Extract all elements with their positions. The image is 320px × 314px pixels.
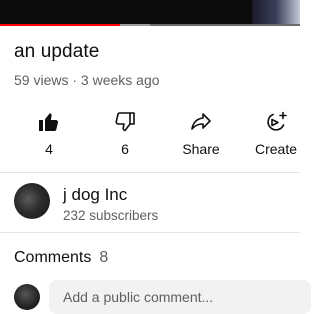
view-count: 59 views (14, 72, 69, 88)
video-meta[interactable]: 59 views · 3 weeks ago (14, 71, 160, 89)
share-button[interactable]: Share (166, 108, 236, 164)
channel-name[interactable]: j dog Inc (63, 185, 127, 205)
comments-header[interactable]: Comments 8 (14, 248, 108, 268)
dislike-button[interactable]: 6 (90, 108, 160, 164)
divider (0, 172, 300, 173)
create-button[interactable]: Create (241, 108, 311, 164)
thumbs-down-icon (90, 108, 160, 136)
upload-age: 3 weeks ago (80, 72, 160, 88)
thumbs-up-icon (14, 108, 84, 136)
progress-fill (0, 24, 120, 26)
like-button[interactable]: 4 (14, 108, 84, 164)
comments-label: Comments (14, 249, 92, 266)
divider (0, 232, 300, 233)
channel-avatar[interactable] (14, 183, 50, 219)
progress-bar[interactable] (0, 24, 300, 26)
video-title: an update (14, 41, 100, 62)
like-count: 4 (45, 141, 53, 157)
share-label: Share (182, 141, 220, 157)
comments-count: 8 (99, 249, 109, 266)
user-avatar (14, 284, 40, 310)
meta-separator: · (72, 72, 78, 88)
comment-input[interactable]: Add a public comment... (49, 280, 311, 314)
comment-placeholder: Add a public comment... (63, 289, 214, 305)
dislike-count: 6 (121, 141, 129, 157)
video-frame-image (252, 0, 300, 26)
action-bar: 4 6 Share Create (0, 108, 300, 164)
video-player[interactable] (0, 0, 300, 26)
create-label: Create (254, 141, 298, 157)
subscriber-count: 232 subscribers (63, 208, 159, 223)
share-arrow-icon (166, 108, 236, 136)
create-sparkle-icon (241, 108, 311, 136)
